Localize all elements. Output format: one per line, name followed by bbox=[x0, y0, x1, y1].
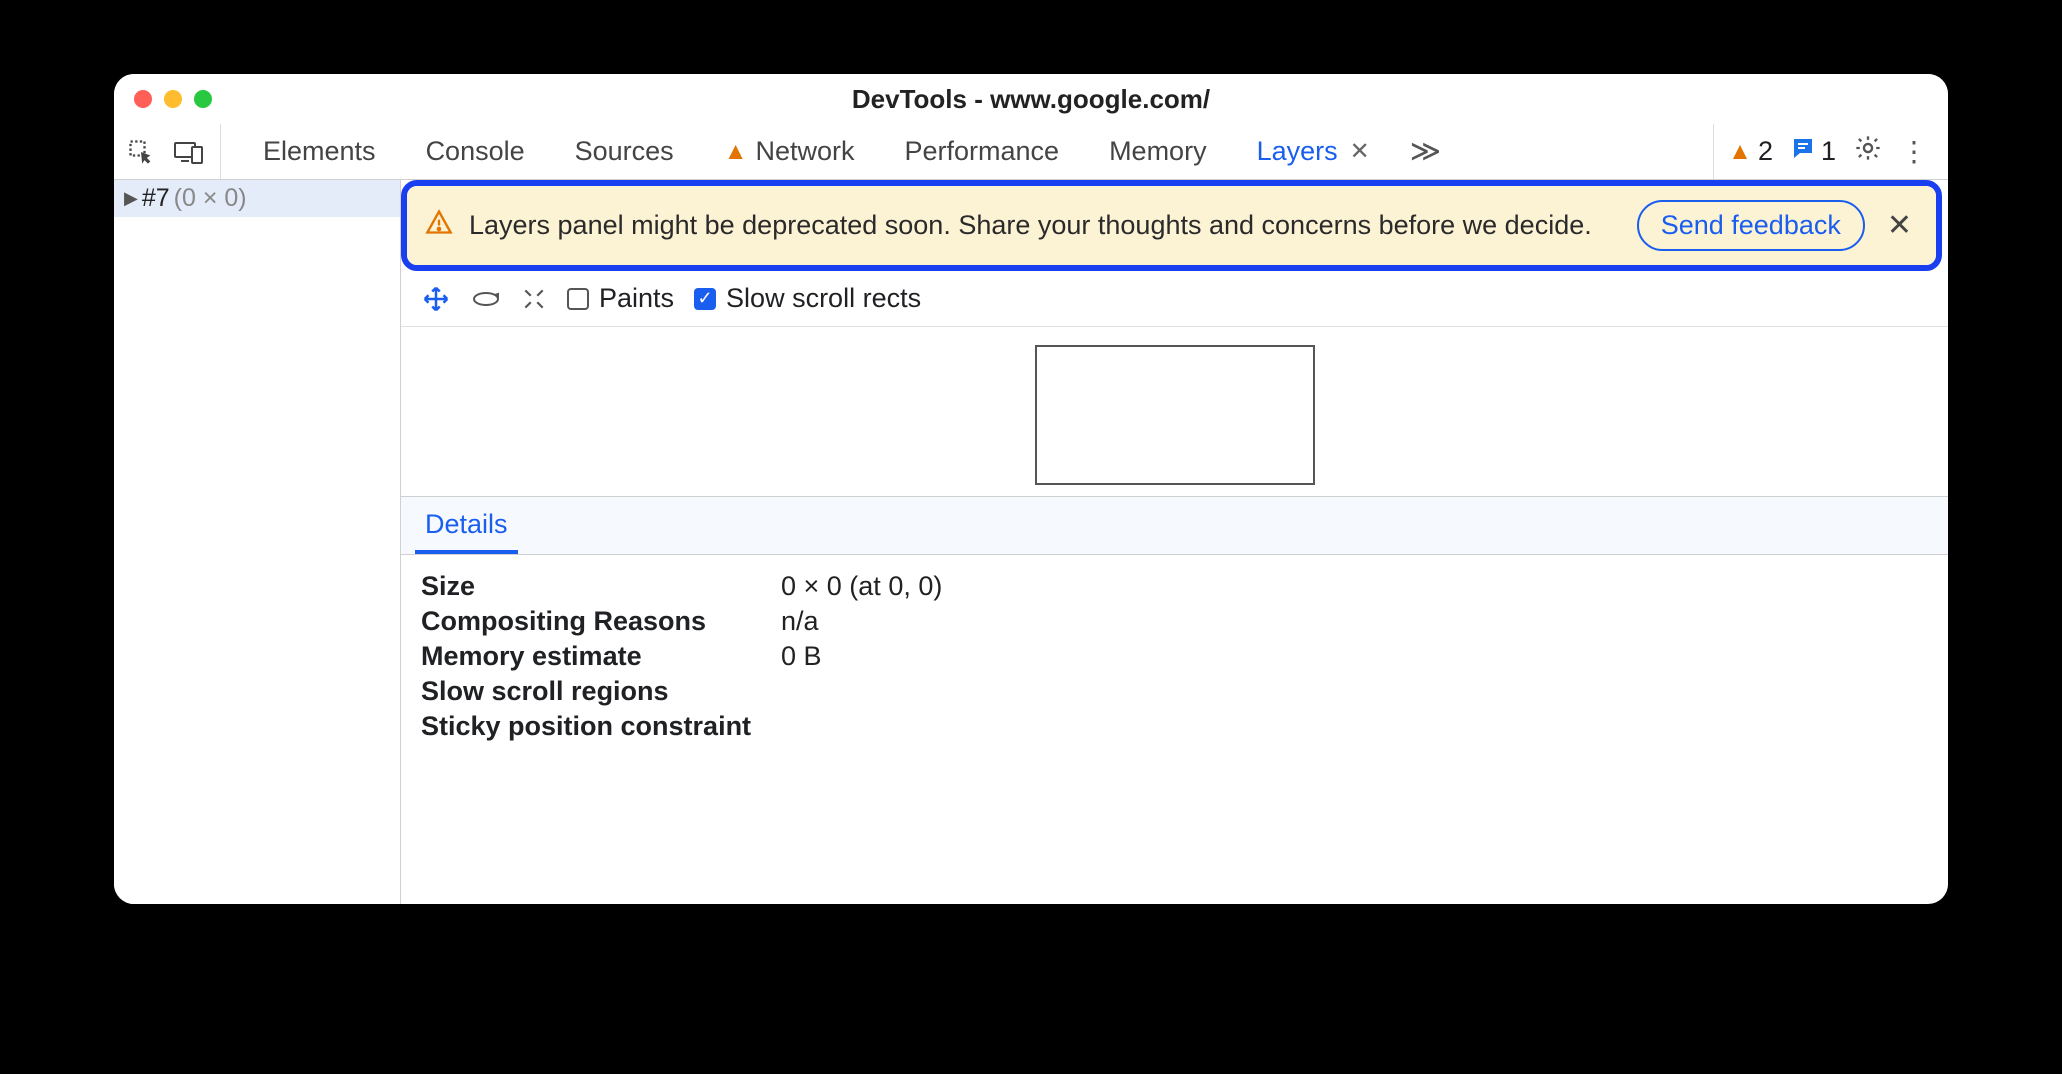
detail-label: Slow scroll regions bbox=[421, 676, 781, 707]
paints-label: Paints bbox=[599, 283, 674, 314]
minimize-window-button[interactable] bbox=[164, 90, 182, 108]
tabs-overflow-icon[interactable]: ≫ bbox=[1402, 134, 1449, 169]
main-toolbar: Elements Console Sources ▲ Network Perfo… bbox=[114, 124, 1948, 180]
layer-name: #7 bbox=[142, 184, 170, 213]
detail-label: Memory estimate bbox=[421, 641, 781, 672]
tab-details[interactable]: Details bbox=[415, 497, 518, 554]
messages-count: 1 bbox=[1821, 136, 1836, 167]
layer-dimensions: (0 × 0) bbox=[174, 184, 247, 213]
detail-label: Compositing Reasons bbox=[421, 606, 781, 637]
tab-layers[interactable]: Layers ✕ bbox=[1235, 128, 1396, 175]
tab-performance[interactable]: Performance bbox=[882, 128, 1081, 175]
messages-badge[interactable]: 1 bbox=[1791, 136, 1836, 167]
tab-elements[interactable]: Elements bbox=[241, 128, 398, 175]
layers-canvas[interactable] bbox=[401, 327, 1948, 497]
tab-layers-label: Layers bbox=[1257, 136, 1338, 167]
layers-view-toolbar: Paints ✓ Slow scroll rects bbox=[401, 271, 1948, 327]
layers-sidebar: ▶ #7 (0 × 0) bbox=[114, 180, 401, 904]
banner-highlight: Layers panel might be deprecated soon. S… bbox=[401, 180, 1942, 271]
detail-row-sticky: Sticky position constraint bbox=[421, 709, 1928, 744]
warning-icon: ▲ bbox=[724, 138, 748, 166]
detail-label: Sticky position constraint bbox=[421, 711, 781, 742]
issues-count: 2 bbox=[1758, 136, 1773, 167]
detail-value: n/a bbox=[781, 606, 819, 637]
slow-scroll-label: Slow scroll rects bbox=[726, 283, 921, 314]
inspect-element-icon[interactable] bbox=[124, 135, 158, 169]
banner-text: Layers panel might be deprecated soon. S… bbox=[469, 210, 1621, 241]
reset-view-icon[interactable] bbox=[521, 286, 547, 312]
checkbox-checked-icon: ✓ bbox=[694, 288, 716, 310]
detail-row-size: Size 0 × 0 (at 0, 0) bbox=[421, 569, 1928, 604]
close-icon[interactable]: ✕ bbox=[1346, 137, 1374, 166]
layer-tree-item[interactable]: ▶ #7 (0 × 0) bbox=[114, 180, 400, 217]
rotate-icon[interactable] bbox=[471, 287, 501, 311]
detail-value: 0 × 0 (at 0, 0) bbox=[781, 571, 942, 602]
devtools-window: DevTools - www.google.com/ Elements Cons… bbox=[114, 74, 1948, 904]
tab-network-label: Network bbox=[755, 136, 854, 167]
message-icon bbox=[1791, 136, 1815, 167]
details-body: Size 0 × 0 (at 0, 0) Compositing Reasons… bbox=[401, 555, 1948, 758]
detail-label: Size bbox=[421, 571, 781, 602]
layers-main: Layers panel might be deprecated soon. S… bbox=[401, 180, 1948, 904]
tab-network[interactable]: ▲ Network bbox=[702, 128, 877, 175]
titlebar: DevTools - www.google.com/ bbox=[114, 74, 1948, 124]
slow-scroll-checkbox-group[interactable]: ✓ Slow scroll rects bbox=[694, 283, 921, 314]
details-tabbar: Details bbox=[401, 497, 1948, 555]
tab-console[interactable]: Console bbox=[404, 128, 547, 175]
pan-icon[interactable] bbox=[421, 284, 451, 314]
kebab-menu-icon[interactable]: ⋮ bbox=[1900, 135, 1928, 168]
window-title: DevTools - www.google.com/ bbox=[114, 84, 1948, 115]
warning-icon bbox=[425, 208, 453, 243]
detail-value: 0 B bbox=[781, 641, 822, 672]
detail-row-memory: Memory estimate 0 B bbox=[421, 639, 1928, 674]
chevron-right-icon: ▶ bbox=[124, 188, 138, 209]
checkbox-unchecked-icon bbox=[567, 288, 589, 310]
deprecation-banner: Layers panel might be deprecated soon. S… bbox=[407, 186, 1936, 265]
close-window-button[interactable] bbox=[134, 90, 152, 108]
layer-rect[interactable] bbox=[1035, 345, 1315, 485]
tab-sources[interactable]: Sources bbox=[553, 128, 696, 175]
zoom-window-button[interactable] bbox=[194, 90, 212, 108]
warning-icon: ▲ bbox=[1728, 138, 1752, 166]
traffic-lights bbox=[114, 90, 212, 108]
detail-row-slow-scroll: Slow scroll regions bbox=[421, 674, 1928, 709]
device-toolbar-icon[interactable] bbox=[172, 135, 206, 169]
detail-row-compositing: Compositing Reasons n/a bbox=[421, 604, 1928, 639]
tab-memory[interactable]: Memory bbox=[1087, 128, 1229, 175]
send-feedback-button[interactable]: Send feedback bbox=[1637, 200, 1865, 251]
close-icon[interactable]: ✕ bbox=[1881, 208, 1918, 243]
gear-icon[interactable] bbox=[1854, 134, 1882, 169]
panel-tabs: Elements Console Sources ▲ Network Perfo… bbox=[227, 128, 1707, 175]
content-area: ▶ #7 (0 × 0) Layers panel might be depre… bbox=[114, 180, 1948, 904]
issues-badge[interactable]: ▲ 2 bbox=[1728, 136, 1773, 167]
paints-checkbox-group[interactable]: Paints bbox=[567, 283, 674, 314]
